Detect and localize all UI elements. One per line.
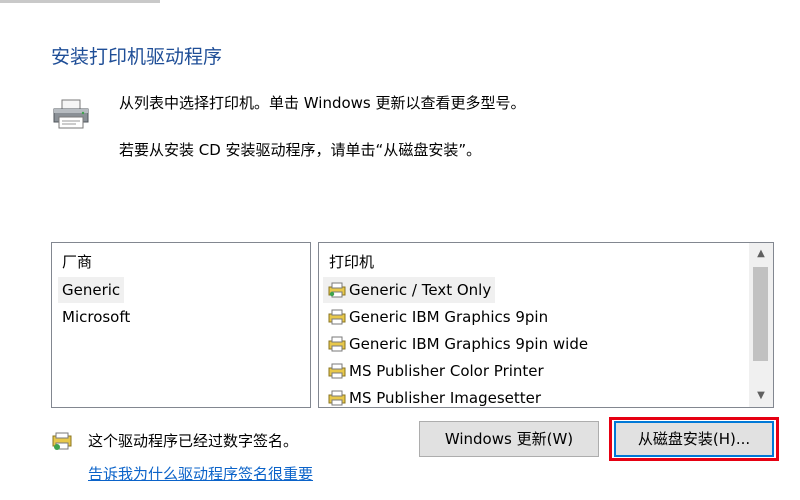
signature-status-text: 这个驱动程序已经过数字签名。 [88, 432, 299, 450]
instruction-select-printer: 从列表中选择打印机。单击 Windows 更新以查看更多型号。 [119, 94, 526, 112]
manufacturer-list[interactable]: 厂商 Generic Microsoft [51, 242, 311, 408]
scroll-up-arrow-icon[interactable]: ▲ [749, 245, 773, 263]
printer-driver-icon [328, 309, 346, 325]
window-top-edge [0, 0, 160, 3]
printer-item[interactable]: MS Publisher Color Printer [323, 358, 548, 384]
install-printer-driver-page: 安装打印机驱动程序 从列表中选择打印机。单击 Windows 更新以查看更多型号… [0, 0, 800, 500]
printer-item-label: Generic / Text Only [349, 281, 492, 299]
printer-item[interactable]: Generic IBM Graphics 9pin wide [323, 331, 592, 357]
printer-item[interactable]: Generic IBM Graphics 9pin [323, 304, 552, 330]
printer-item-label: Generic IBM Graphics 9pin [349, 308, 549, 326]
scroll-down-arrow-icon[interactable]: ▼ [749, 387, 773, 405]
manufacturer-item-microsoft[interactable]: Microsoft [58, 304, 134, 330]
windows-update-button[interactable]: Windows 更新(W) [419, 421, 599, 457]
printer-driver-icon [328, 363, 346, 379]
printer-driver-icon [328, 282, 346, 298]
page-title: 安装打印机驱动程序 [51, 46, 223, 68]
manufacturer-item-generic[interactable]: Generic [58, 277, 125, 303]
printer-item-label: MS Publisher Imagesetter [349, 389, 542, 407]
printer-driver-icon [328, 390, 346, 406]
manufacturer-list-header: 厂商 [62, 253, 93, 271]
printer-item-label: MS Publisher Color Printer [349, 362, 544, 380]
printer-icon [53, 99, 89, 129]
driver-signing-info-link[interactable]: 告诉我为什么驱动程序签名很重要 [88, 463, 313, 484]
printer-driver-icon [328, 336, 346, 352]
signed-driver-icon [52, 432, 72, 450]
have-disk-button[interactable]: 从磁盘安装(H)... [614, 421, 774, 457]
printer-item[interactable]: Generic / Text Only [323, 277, 496, 303]
printer-list-scrollbar[interactable]: ▲ ▼ [749, 243, 773, 407]
scroll-thumb[interactable] [753, 267, 768, 361]
printer-item-label: Generic IBM Graphics 9pin wide [349, 335, 589, 353]
printer-list-header: 打印机 [329, 253, 375, 271]
instruction-have-disk: 若要从安装 CD 安装驱动程序，请单击“从磁盘安装”。 [119, 141, 482, 159]
printer-item[interactable]: MS Publisher Imagesetter [323, 385, 545, 407]
printer-list[interactable]: 打印机 Generic / Text Only Generic IBM Grap… [318, 242, 774, 408]
